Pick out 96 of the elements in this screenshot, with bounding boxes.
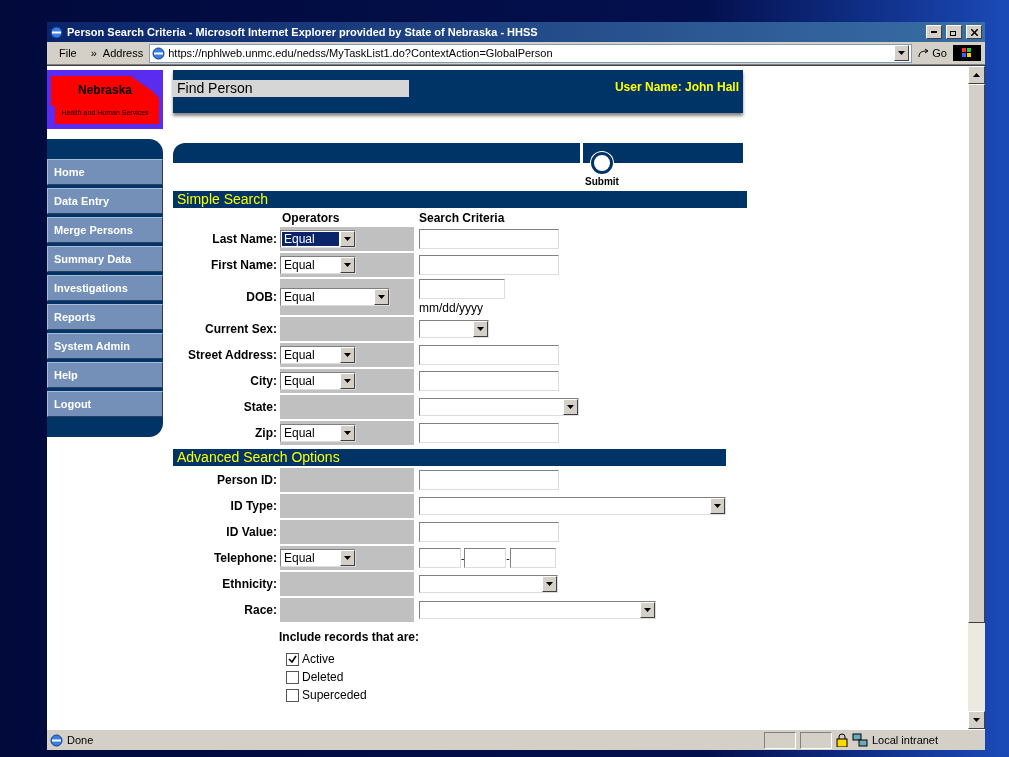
text-field[interactable] — [419, 470, 559, 490]
operator-select[interactable]: Equal — [280, 288, 390, 306]
checkbox[interactable] — [286, 652, 299, 666]
scroll-down-icon — [973, 718, 980, 722]
go-arrow-icon — [918, 48, 931, 58]
operator-select[interactable]: Equal — [280, 372, 356, 390]
status-pane — [800, 731, 832, 749]
more-chevron[interactable]: » — [90, 47, 97, 59]
operator-select[interactable]: Equal — [280, 549, 356, 567]
dropdown-arrow-icon — [477, 327, 484, 331]
field-label: Zip: — [254, 425, 277, 442]
dropdown-arrow-icon — [344, 431, 351, 435]
text-field[interactable] — [419, 229, 559, 249]
minimize-icon — [931, 31, 937, 33]
status-text: Done — [67, 734, 95, 746]
operator-select[interactable]: Equal — [280, 346, 356, 364]
date-format-hint: mm/dd/yyyy — [419, 301, 484, 315]
phone-field[interactable] — [509, 548, 556, 568]
checkbox[interactable] — [286, 688, 299, 702]
dropdown-field[interactable] — [419, 575, 558, 593]
field-label: Race: — [243, 602, 277, 619]
field-label: Street Address: — [187, 347, 277, 364]
dropdown-arrow-icon — [344, 263, 351, 267]
checkbox-label: Deleted — [302, 670, 344, 684]
lock-icon — [836, 733, 848, 747]
operator-select[interactable]: Equal — [280, 256, 356, 274]
dropdown-arrow-icon — [644, 608, 651, 612]
field-label: State: — [242, 399, 277, 416]
date-field[interactable] — [419, 279, 505, 299]
checkbox-label: Superceded — [302, 688, 367, 702]
dropdown-arrow-icon — [546, 582, 553, 586]
checkbox-label: Active — [302, 652, 335, 666]
phone-field[interactable] — [419, 548, 461, 568]
dropdown-arrow-icon — [344, 379, 351, 383]
zone-text: Local intranet — [872, 734, 940, 746]
restore-button[interactable] — [946, 25, 962, 39]
field-label: Ethnicity: — [221, 576, 277, 593]
globe-icon — [50, 25, 63, 39]
dropdown-arrow-icon — [344, 353, 351, 357]
minimize-button[interactable] — [926, 25, 942, 39]
dropdown-field[interactable] — [419, 398, 579, 416]
file-menu[interactable]: File — [51, 47, 85, 59]
text-field[interactable] — [419, 423, 559, 443]
submit-icon[interactable] — [591, 152, 613, 174]
field-label: Current Sex: — [203, 321, 277, 338]
column-header: Search Criteria — [418, 210, 506, 225]
close-icon — [970, 28, 978, 36]
column-header: Operators — [281, 210, 341, 225]
windows-flag-icon — [953, 45, 981, 61]
include-label: Include records that are: — [279, 630, 421, 644]
text-field[interactable] — [419, 522, 559, 542]
separator: - — [506, 552, 510, 564]
field-label: ID Type: — [229, 498, 277, 515]
restore-icon — [950, 28, 958, 36]
dropdown-arrow-icon — [567, 405, 574, 409]
scroll-up-icon — [973, 73, 980, 77]
dropdown-arrow-icon — [344, 556, 351, 560]
address-field[interactable]: https://nphlweb.unmc.edu/nedss/MyTaskList1.do?ContextAction=GlobalPerson — [149, 43, 913, 63]
dropdown-arrow-icon — [898, 51, 906, 55]
user-name: User Name: John Hall — [614, 80, 740, 94]
dropdown-arrow-icon — [378, 295, 385, 299]
phone-field[interactable] — [464, 548, 507, 568]
status-pane — [764, 731, 796, 749]
go-button[interactable]: Go — [918, 47, 947, 59]
page-title: Find Person — [173, 80, 409, 97]
submit-link[interactable]: Submit — [585, 176, 619, 187]
globe-icon — [50, 733, 63, 747]
dropdown-field[interactable] — [419, 497, 726, 515]
checkbox[interactable] — [286, 670, 299, 684]
text-field[interactable] — [419, 371, 559, 391]
operator-select[interactable]: Equal — [280, 424, 356, 442]
field-label: DOB: — [245, 289, 277, 306]
close-button[interactable] — [966, 25, 982, 39]
scrollbar[interactable] — [968, 66, 985, 729]
section-heading: Advanced Search Options — [173, 449, 726, 466]
address-label: Address — [102, 47, 144, 59]
logo-title: Nebraska — [77, 82, 132, 97]
url-text: https://nphlweb.unmc.edu/nedss/MyTaskList1.do?ContextAction=GlobalPerson — [168, 47, 554, 59]
field-label: Telephone: — [212, 550, 277, 567]
operator-select[interactable]: Equal — [280, 230, 356, 248]
network-icon — [852, 733, 868, 747]
section-heading: Simple Search — [173, 191, 747, 208]
dropdown-field[interactable] — [419, 320, 489, 338]
field-label: Last Name: — [211, 231, 277, 248]
field-label: ID Value: — [225, 524, 277, 541]
globe-icon — [152, 46, 166, 60]
dropdown-arrow-icon — [714, 504, 721, 508]
separator: - — [461, 552, 465, 564]
dropdown-arrow-icon — [344, 237, 351, 241]
dropdown-field[interactable] — [419, 601, 656, 619]
text-field[interactable] — [419, 345, 559, 365]
field-label: City: — [249, 373, 277, 390]
window-title: Person Search Criteria - Microsoft Internet Explorer provided by State of Nebraska - HHSS — [67, 26, 539, 38]
field-label: First Name: — [209, 257, 277, 274]
text-field[interactable] — [419, 255, 559, 275]
field-label: Person ID: — [216, 472, 277, 489]
